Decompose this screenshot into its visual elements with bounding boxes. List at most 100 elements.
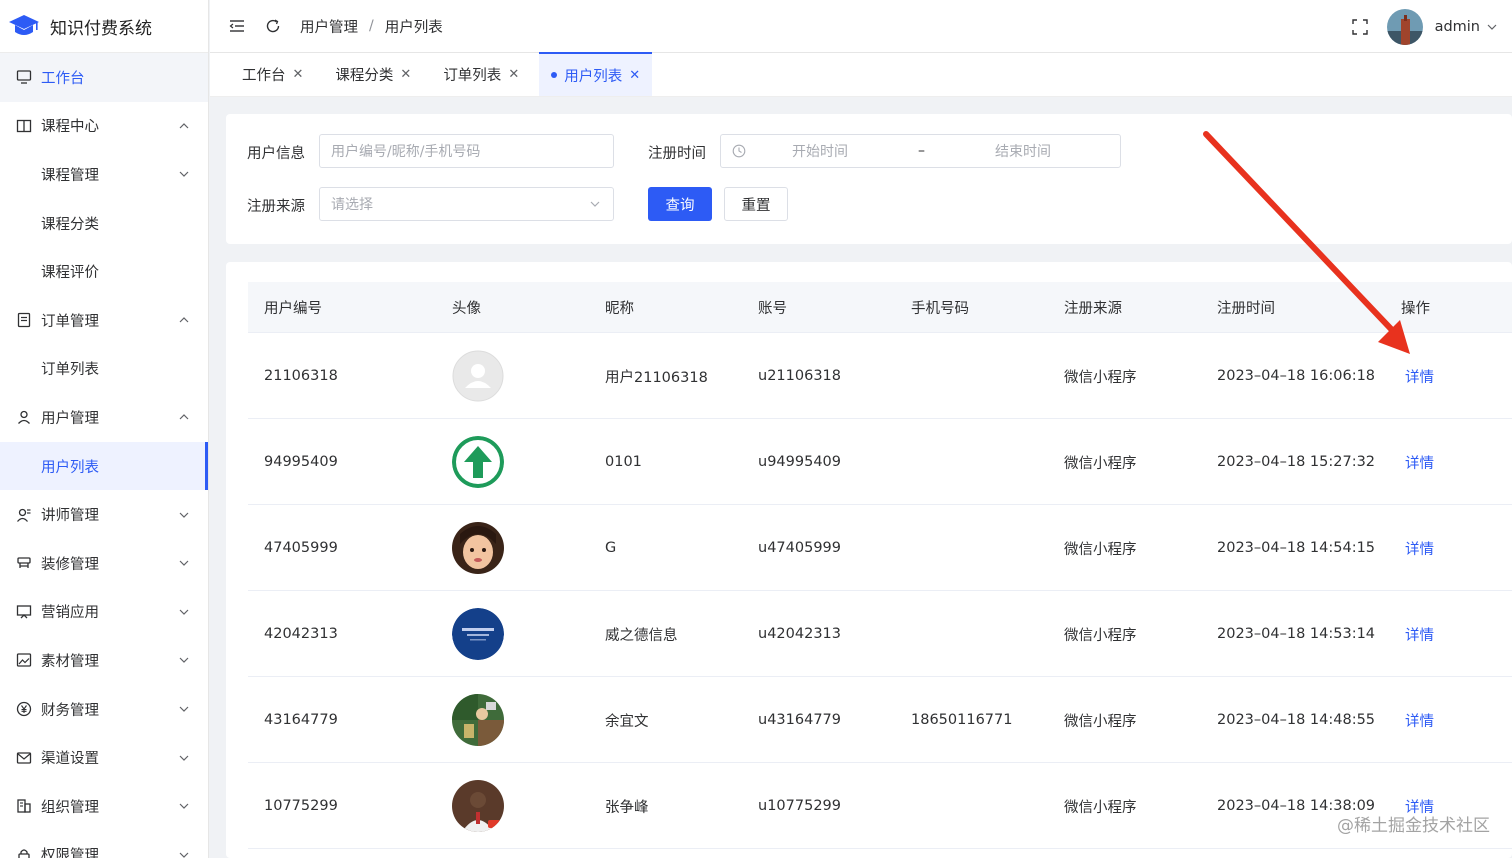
reset-button[interactable]: 重置 bbox=[724, 187, 788, 221]
cell-user-id: 42042313 bbox=[264, 626, 338, 642]
sidebar-item-marketing[interactable]: 营销应用 bbox=[0, 588, 208, 637]
detail-link[interactable]: 详情 bbox=[1405, 591, 1434, 677]
query-button[interactable]: 查询 bbox=[648, 187, 712, 221]
menu-fold-icon[interactable] bbox=[228, 17, 246, 35]
cell-source: 微信小程序 bbox=[1064, 541, 1137, 558]
chevron-down-icon bbox=[179, 755, 189, 761]
cell-reg-time: 2023–04–18 14:54:15 bbox=[1217, 540, 1376, 556]
column-header: 头像 bbox=[452, 301, 481, 317]
sidebar-item-channel[interactable]: 渠道设置 bbox=[0, 733, 208, 782]
chevron-down-icon bbox=[179, 609, 189, 615]
sidebar-item-course-category[interactable]: 课程分类 bbox=[0, 199, 208, 248]
sidebar-item-permission[interactable]: 权限管理 bbox=[0, 831, 208, 858]
sidebar-item-label: 权限管理 bbox=[41, 848, 99, 858]
chevron-down-icon bbox=[179, 560, 189, 567]
source-label: 注册来源 bbox=[247, 199, 305, 215]
detail-link[interactable]: 详情 bbox=[1405, 419, 1434, 505]
tab-label: 课程分类 bbox=[335, 67, 394, 84]
sidebar-item-order-manage[interactable]: 订单管理 bbox=[0, 296, 208, 345]
detail-link[interactable]: 详情 bbox=[1405, 763, 1434, 849]
start-time-placeholder[interactable]: 开始时间 bbox=[792, 141, 848, 161]
default-avatar-icon bbox=[452, 350, 504, 402]
table-row: 42042313 威之德信息 u42042313 微信小程序 2023–04–1… bbox=[248, 591, 1512, 677]
sidebar-item-material[interactable]: 素材管理 bbox=[0, 636, 208, 685]
user-info-input[interactable]: 用户编号/昵称/手机号码 bbox=[319, 134, 614, 168]
cell-reg-time: 2023–04–18 15:27:32 bbox=[1217, 454, 1376, 470]
cell-reg-time: 2023–04–18 16:06:18 bbox=[1217, 368, 1376, 384]
chevron-down-icon bbox=[179, 852, 189, 858]
clock-icon bbox=[732, 144, 746, 158]
sidebar-item-label: 课程中心 bbox=[41, 119, 99, 136]
end-time-placeholder[interactable]: 结束时间 bbox=[995, 141, 1051, 161]
close-icon[interactable]: ✕ bbox=[629, 68, 640, 83]
sidebar-item-workbench[interactable]: 工作台 bbox=[0, 53, 208, 102]
sidebar: 知识付费系统 工作台 课程中心 课程管理 课程分类 课程评价 订单管理 订单列表… bbox=[0, 0, 209, 858]
cell-nickname: 张争峰 bbox=[605, 799, 649, 816]
sidebar-item-label: 装修管理 bbox=[41, 556, 99, 573]
reg-time-range-picker[interactable]: 开始时间 – 结束时间 bbox=[720, 134, 1121, 168]
detail-link[interactable]: 详情 bbox=[1405, 333, 1434, 419]
sidebar-item-course-review[interactable]: 课程评价 bbox=[0, 247, 208, 296]
sidebar-item-label: 渠道设置 bbox=[41, 751, 99, 768]
detail-link[interactable]: 详情 bbox=[1405, 677, 1434, 763]
tab-workbench[interactable]: 工作台 ✕ bbox=[230, 52, 315, 96]
cell-reg-time: 2023–04–18 14:38:09 bbox=[1217, 798, 1376, 814]
cell-account: u10775299 bbox=[758, 798, 841, 814]
sidebar-item-user-manage[interactable]: 用户管理 bbox=[0, 393, 208, 442]
order-icon bbox=[16, 312, 32, 328]
cell-avatar bbox=[452, 505, 504, 591]
tab-order-list[interactable]: 订单列表 ✕ bbox=[431, 52, 531, 96]
cell-phone: 18650116771 bbox=[911, 712, 1013, 728]
cell-avatar bbox=[452, 419, 504, 505]
close-icon[interactable]: ✕ bbox=[508, 67, 519, 82]
chevron-down-icon bbox=[179, 172, 189, 178]
cell-account: u42042313 bbox=[758, 626, 841, 642]
sidebar-item-course-manage[interactable]: 课程管理 bbox=[0, 150, 208, 199]
sidebar-item-organization[interactable]: 组织管理 bbox=[0, 782, 208, 831]
monitor-icon bbox=[16, 69, 32, 85]
sidebar-item-label: 用户列表 bbox=[41, 459, 99, 476]
active-dot-icon bbox=[551, 72, 558, 78]
column-header: 用户编号 bbox=[264, 301, 322, 317]
refresh-icon[interactable] bbox=[264, 17, 282, 35]
user-icon bbox=[16, 409, 32, 425]
close-icon[interactable]: ✕ bbox=[293, 67, 304, 82]
chevron-down-icon[interactable] bbox=[1486, 21, 1498, 33]
sidebar-item-decoration-manage[interactable]: 装修管理 bbox=[0, 539, 208, 588]
sidebar-item-label: 用户管理 bbox=[41, 410, 99, 427]
tab-user-list[interactable]: 用户列表 ✕ bbox=[539, 52, 653, 96]
cell-source: 微信小程序 bbox=[1064, 455, 1137, 472]
cell-nickname: 余宜文 bbox=[605, 713, 649, 730]
username[interactable]: admin bbox=[1435, 19, 1480, 35]
tab-course-category[interactable]: 课程分类 ✕ bbox=[323, 52, 423, 96]
breadcrumb-item-user-manage[interactable]: 用户管理 bbox=[300, 16, 358, 37]
person-photo-avatar bbox=[452, 780, 504, 832]
source-select[interactable]: 请选择 bbox=[319, 187, 614, 221]
watermark: @稀土掘金技术社区 bbox=[1337, 816, 1490, 836]
sidebar-item-finance[interactable]: 财务管理 bbox=[0, 685, 208, 734]
sidebar-item-course-center[interactable]: 课程中心 bbox=[0, 102, 208, 151]
marketing-icon bbox=[16, 604, 32, 620]
chevron-up-icon bbox=[179, 123, 189, 129]
user-avatar[interactable] bbox=[1386, 8, 1423, 45]
sidebar-item-label: 课程管理 bbox=[41, 167, 99, 184]
reg-time-label: 注册时间 bbox=[648, 146, 706, 162]
column-header: 账号 bbox=[758, 301, 787, 317]
close-icon[interactable]: ✕ bbox=[400, 67, 411, 82]
fullscreen-icon[interactable] bbox=[1351, 18, 1369, 36]
cell-source: 微信小程序 bbox=[1064, 713, 1137, 730]
detail-link[interactable]: 详情 bbox=[1405, 505, 1434, 591]
tab-bar: 工作台 ✕ 课程分类 ✕ 订单列表 ✕ 用户列表 ✕ bbox=[210, 52, 1512, 97]
table-row: 43164779 余宜文 u43164779 18650116771 微信小程序… bbox=[248, 677, 1512, 763]
sidebar-item-teacher-manage[interactable]: 讲师管理 bbox=[0, 490, 208, 539]
sidebar-item-order-list[interactable]: 订单列表 bbox=[0, 345, 208, 394]
sidebar-item-label: 工作台 bbox=[41, 70, 85, 87]
tab-label: 工作台 bbox=[242, 67, 286, 84]
cell-source: 微信小程序 bbox=[1064, 369, 1137, 386]
sidebar-item-label: 组织管理 bbox=[41, 799, 99, 816]
company-logo-avatar bbox=[452, 608, 504, 660]
user-info-label: 用户信息 bbox=[247, 146, 305, 162]
sidebar-item-user-list[interactable]: 用户列表 bbox=[0, 441, 208, 491]
graduation-cap-icon bbox=[9, 15, 39, 35]
column-header: 注册来源 bbox=[1064, 301, 1122, 317]
